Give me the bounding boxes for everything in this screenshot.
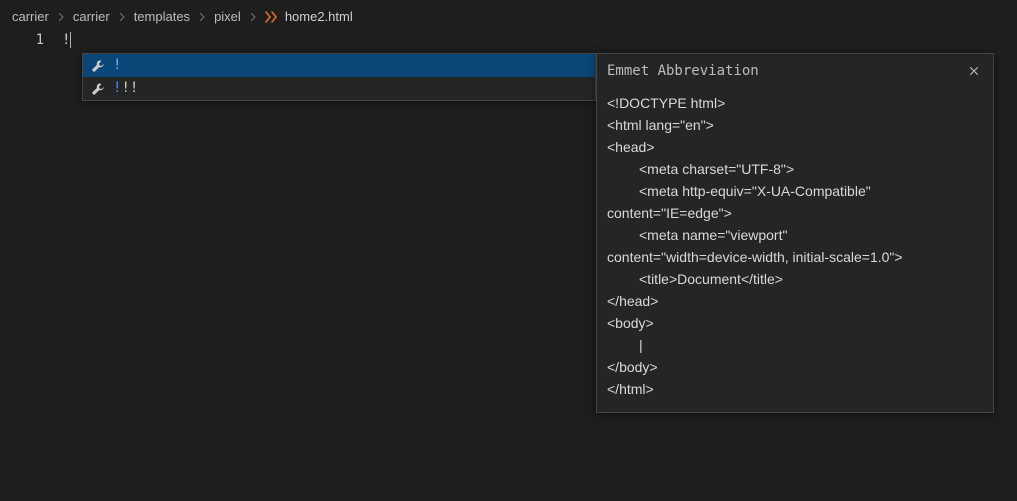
breadcrumb-segment[interactable]: pixel — [212, 9, 243, 24]
chevron-right-icon — [117, 12, 127, 22]
suggestion-doc-popup: Emmet Abbreviation <!DOCTYPE html> <html… — [596, 53, 994, 413]
chevron-right-icon — [56, 12, 66, 22]
breadcrumb-segment[interactable]: carrier — [71, 9, 112, 24]
close-icon[interactable] — [965, 62, 983, 80]
wrench-icon — [89, 59, 107, 73]
autocomplete-label: ! — [113, 56, 121, 75]
line-number-gutter: 1 — [0, 30, 62, 50]
breadcrumb-segment[interactable]: carrier — [10, 9, 51, 24]
wrench-icon — [89, 82, 107, 96]
html-file-icon — [263, 9, 279, 25]
breadcrumb-segment[interactable]: templates — [132, 9, 192, 24]
breadcrumb-filename[interactable]: home2.html — [285, 9, 353, 24]
doc-popup-body: <!DOCTYPE html> <html lang="en"> <head> … — [597, 88, 993, 412]
code-editor[interactable]: 1 ! — [0, 30, 1017, 50]
code-area[interactable]: ! — [62, 30, 1017, 50]
chevron-right-icon — [248, 12, 258, 22]
autocomplete-dropdown[interactable]: ! !!! — [82, 53, 596, 101]
doc-popup-title: Emmet Abbreviation — [607, 63, 759, 79]
autocomplete-item[interactable]: ! — [83, 54, 595, 77]
chevron-right-icon — [197, 12, 207, 22]
code-text: ! — [62, 32, 70, 48]
breadcrumb[interactable]: carrier carrier templates pixel home2.ht… — [0, 4, 1017, 30]
text-cursor — [70, 32, 71, 48]
line-number: 1 — [0, 31, 44, 50]
autocomplete-item[interactable]: !!! — [83, 77, 595, 100]
autocomplete-label: !!! — [113, 79, 138, 98]
